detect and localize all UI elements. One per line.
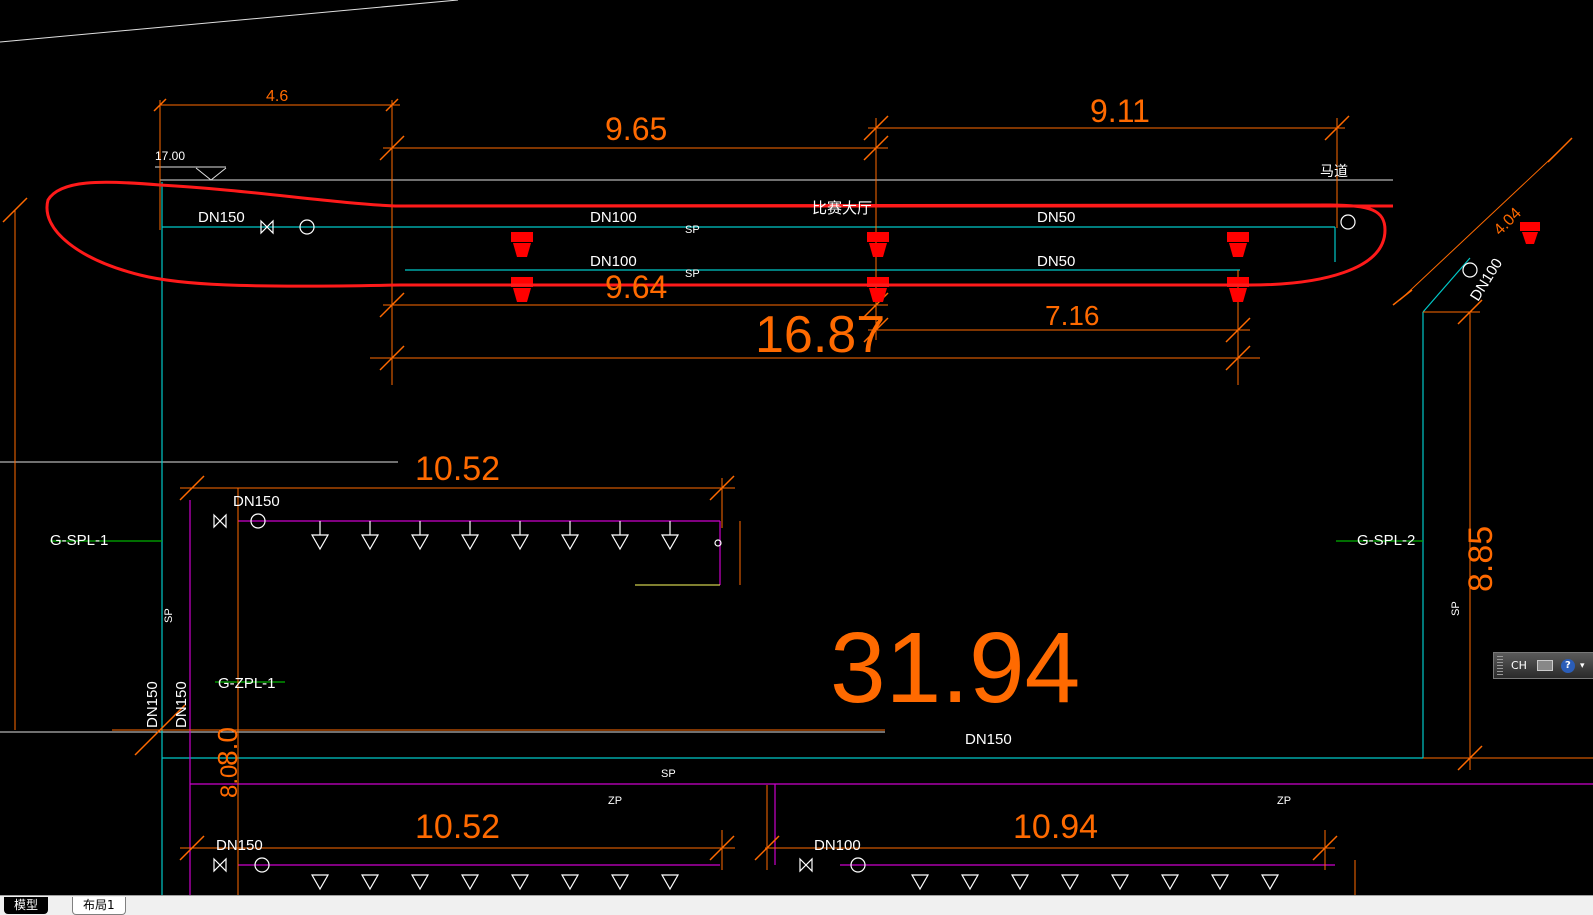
room-name-label: 比赛大厅 [812,200,872,217]
line-type-label: SP [163,608,175,623]
pipe-size-label: DN100 [590,209,637,226]
pipe-size-label: DN150 [965,731,1012,748]
dimension-value: 4.6 [266,88,288,105]
dimension-value: 8.85 [1462,526,1500,592]
ime-toolbar[interactable]: CH ? ▾ [1493,652,1593,679]
pipe-size-label: DN100 [590,253,637,270]
dimension-value: 8.0 [212,727,243,766]
line-type-label: ZP [1277,795,1291,807]
help-icon[interactable]: ? [1560,658,1575,673]
catwalk-label: 马道 [1320,163,1348,179]
cad-drawing-canvas[interactable]: 17.00 比赛大厅 马道 DN150 DN100 DN100 DN50 DN5… [0,0,1593,895]
tab-layout1[interactable]: 布局1 [72,897,126,915]
dimension-value: 10.94 [1013,808,1098,846]
dimension-value: 10.52 [415,450,500,488]
dimension-value: 9.11 [1090,93,1150,129]
pipe-size-label: DN150 [233,493,280,510]
pipe-size-label: DN150 [198,209,245,226]
line-type-label: SP [685,268,700,280]
pipe-size-label: DN50 [1037,253,1075,270]
chevron-down-icon[interactable]: ▾ [1580,661,1585,671]
pipe-size-label: DN150 [173,681,190,728]
dimension-value: 7.16 [1045,300,1100,331]
riser-label: G-SPL-1 [50,532,108,549]
riser-label: G-ZPL-1 [218,675,276,692]
keyboard-icon[interactable] [1536,660,1553,671]
layout-tab-bar: 模型 布局1 [0,895,1593,915]
pipe-size-label: DN50 [1037,209,1075,226]
dimension-value: 8.0 [216,765,243,798]
line-type-label: SP [685,224,700,236]
drag-grip-icon[interactable] [1497,656,1503,675]
line-type-label: SP [661,768,676,780]
pipe-size-label: DN150 [216,837,263,854]
ime-language-indicator[interactable]: CH [1511,659,1527,672]
pipe-size-label: DN150 [144,681,161,728]
dimension-value: 9.65 [605,111,667,147]
riser-label: G-SPL-2 [1357,532,1415,549]
dimension-value: 10.52 [415,808,500,846]
dimension-value: 16.87 [755,306,885,364]
pipe-size-label: DN100 [814,837,861,854]
line-type-label: ZP [608,795,622,807]
dimension-value: 9.64 [605,269,667,305]
elevation-label: 17.00 [155,149,185,163]
line-type-label: SP [1450,601,1462,616]
tab-model[interactable]: 模型 [4,897,49,914]
dimension-value: 31.94 [830,612,1080,724]
